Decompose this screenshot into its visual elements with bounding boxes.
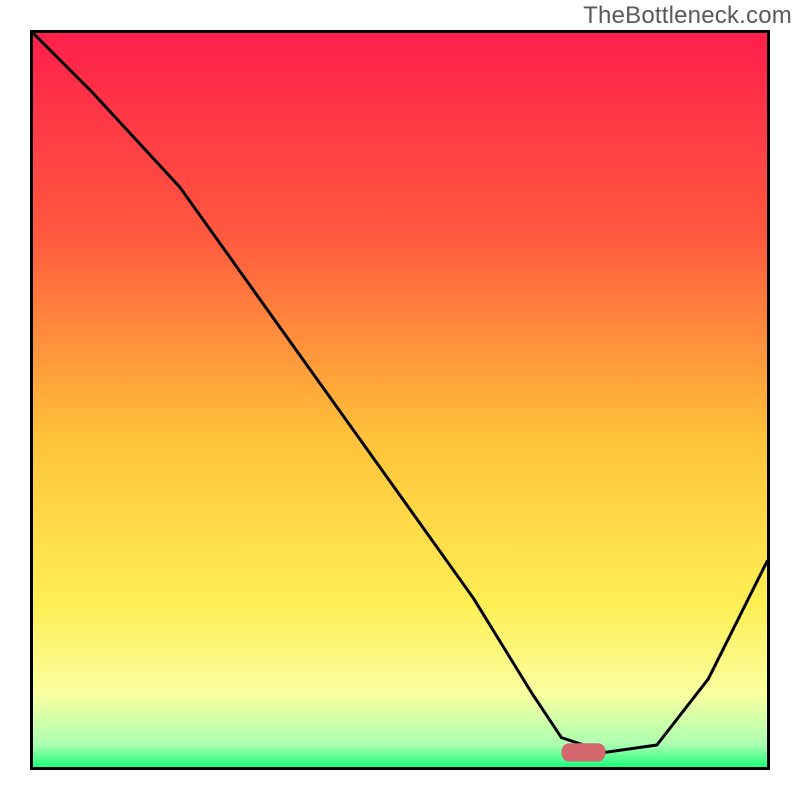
bottleneck-curve	[33, 33, 767, 752]
optimal-marker	[561, 743, 605, 761]
plot-area	[30, 30, 770, 770]
watermark-text: TheBottleneck.com	[583, 2, 792, 30]
chart-svg	[33, 33, 767, 767]
chart-container: TheBottleneck.com	[0, 0, 800, 800]
